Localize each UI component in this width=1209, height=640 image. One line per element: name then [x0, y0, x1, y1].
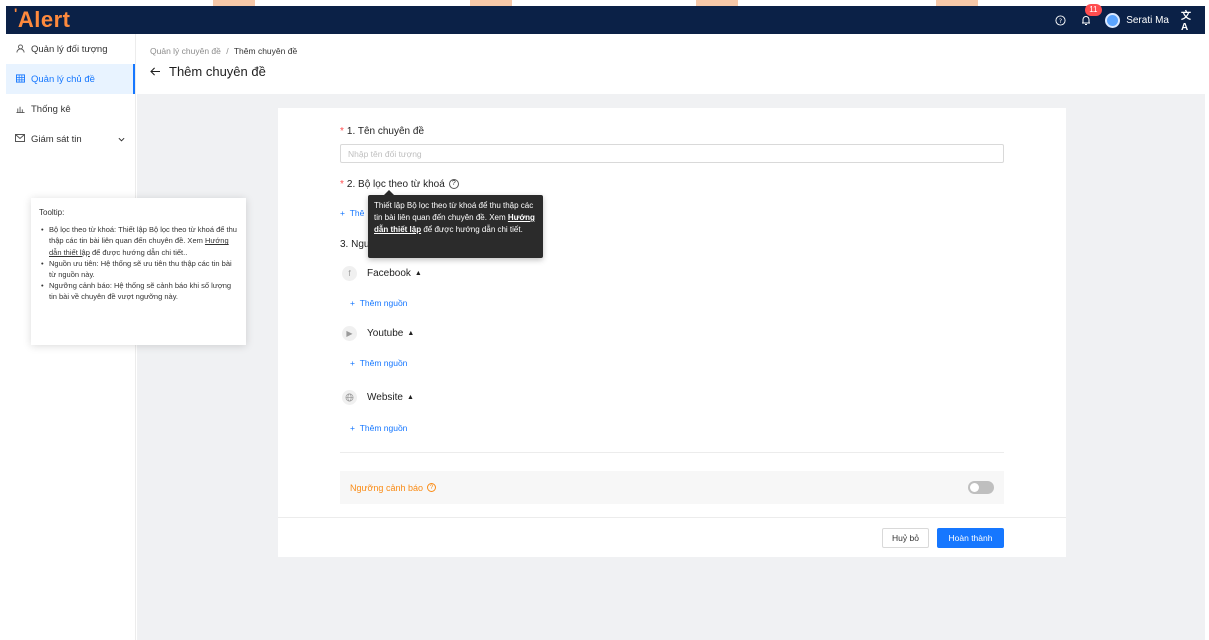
back-arrow-icon[interactable]: [150, 64, 161, 79]
bell-icon[interactable]: 11: [1079, 4, 1102, 27]
add-keyword-filter-link[interactable]: + Thê: [340, 208, 364, 218]
help-icon[interactable]: ?: [448, 179, 459, 190]
help-icon[interactable]: ?: [1053, 13, 1067, 27]
user-name: Serati Ma: [1126, 14, 1169, 26]
bar-chart-icon: [14, 104, 26, 115]
threshold-toggle[interactable]: [968, 481, 994, 494]
breadcrumb: Quản lý chuyên đề / Thêm chuyên đề: [150, 46, 297, 56]
source-website[interactable]: Website ▲: [342, 390, 414, 405]
mail-icon: [14, 134, 26, 144]
topic-name-input[interactable]: Nhập tên đối tượng: [340, 144, 1004, 163]
page-header: Quản lý chuyên đề / Thêm chuyên đề Thêm …: [137, 34, 1205, 94]
page-title-row: Thêm chuyên đề: [150, 64, 266, 79]
notification-badge: 11: [1085, 4, 1102, 16]
caret-up-icon: ▲: [406, 394, 414, 401]
threshold-label: Ngưỡng cảnh báo: [350, 482, 423, 493]
sidebar-item-doi-tuong[interactable]: Quản lý đối tượng: [6, 34, 135, 64]
annotation-panel: Tooltip: Bộ lọc theo từ khoá: Thiết lập …: [31, 198, 246, 345]
breadcrumb-current: Thêm chuyên đề: [233, 46, 298, 56]
svg-text:?: ?: [1059, 16, 1062, 24]
add-source-youtube[interactable]: + Thêm nguồn: [350, 358, 407, 368]
keyword-label: * 2. Bộ lọc theo từ khoá?: [340, 179, 459, 190]
add-source-website[interactable]: + Thêm nguồn: [350, 423, 407, 433]
top-header: 'Alert ? 11 Serati Ma 文A: [6, 4, 1205, 34]
chevron-down-icon: [118, 135, 125, 144]
translate-icon[interactable]: 文A: [1181, 11, 1195, 33]
app-logo[interactable]: 'Alert: [14, 5, 70, 33]
name-label: * 1. Tên chuyên đề: [340, 126, 425, 137]
header-actions: ? 11 Serati Ma 文A: [1053, 4, 1195, 34]
facebook-icon: f: [342, 266, 357, 281]
sidebar-item-label: Thống kê: [31, 103, 71, 115]
list-item: Nguồn ưu tiên: Hệ thống sẽ ưu tiên thu t…: [39, 258, 238, 280]
source-youtube[interactable]: ▶ Youtube ▲: [342, 326, 414, 341]
keyword-filter-tooltip: Thiết lập Bộ lọc theo từ khoá để thu thậ…: [368, 195, 543, 258]
annotation-list: Bộ lọc theo từ khoá: Thiết lập Bộ lọc th…: [39, 224, 238, 302]
help-icon[interactable]: ?: [426, 483, 436, 492]
form-card: * 1. Tên chuyên đề Nhập tên đối tượng * 2.…: [278, 108, 1066, 557]
sidebar-item-giam-sat[interactable]: Giám sát tin: [6, 124, 135, 154]
divider: [340, 452, 1004, 453]
sidebar-item-label: Quản lý đối tượng: [31, 43, 108, 55]
page-title: Thêm chuyên đề: [169, 64, 266, 79]
breadcrumb-parent[interactable]: Quản lý chuyên đề: [150, 46, 221, 56]
annotation-title: Tooltip:: [39, 208, 65, 217]
threshold-row: Ngưỡng cảnh báo ?: [340, 471, 1004, 504]
avatar: [1105, 12, 1121, 28]
list-item: Ngưỡng cảnh báo: Hệ thống sẽ cảnh báo kh…: [39, 280, 238, 302]
list-item: Bộ lọc theo từ khoá: Thiết lập Bộ lọc th…: [39, 224, 238, 258]
breadcrumb-separator: /: [226, 46, 229, 56]
sidebar-item-chu-de[interactable]: Quản lý chủ đề: [6, 64, 135, 94]
caret-up-icon: ▲: [414, 270, 422, 277]
table-icon: [14, 73, 26, 85]
source-facebook[interactable]: f Facebook ▲: [342, 266, 422, 281]
sidebar-item-thong-ke[interactable]: Thống kê: [6, 94, 135, 124]
caret-up-icon: ▲: [407, 330, 415, 337]
submit-button[interactable]: Hoàn thành: [937, 528, 1004, 548]
cancel-button[interactable]: Huỷ bỏ: [882, 528, 929, 548]
footer-divider: [278, 517, 1066, 518]
sidebar-item-label: Quản lý chủ đề: [31, 73, 95, 85]
youtube-icon: ▶: [342, 326, 357, 341]
sidebar-item-label: Giám sát tin: [31, 133, 82, 145]
user-icon: [14, 43, 26, 55]
user-menu[interactable]: Serati Ma: [1105, 12, 1169, 28]
globe-icon: [342, 390, 357, 405]
input-placeholder: Nhập tên đối tượng: [348, 148, 422, 159]
add-source-facebook[interactable]: + Thêm nguồn: [350, 298, 407, 308]
